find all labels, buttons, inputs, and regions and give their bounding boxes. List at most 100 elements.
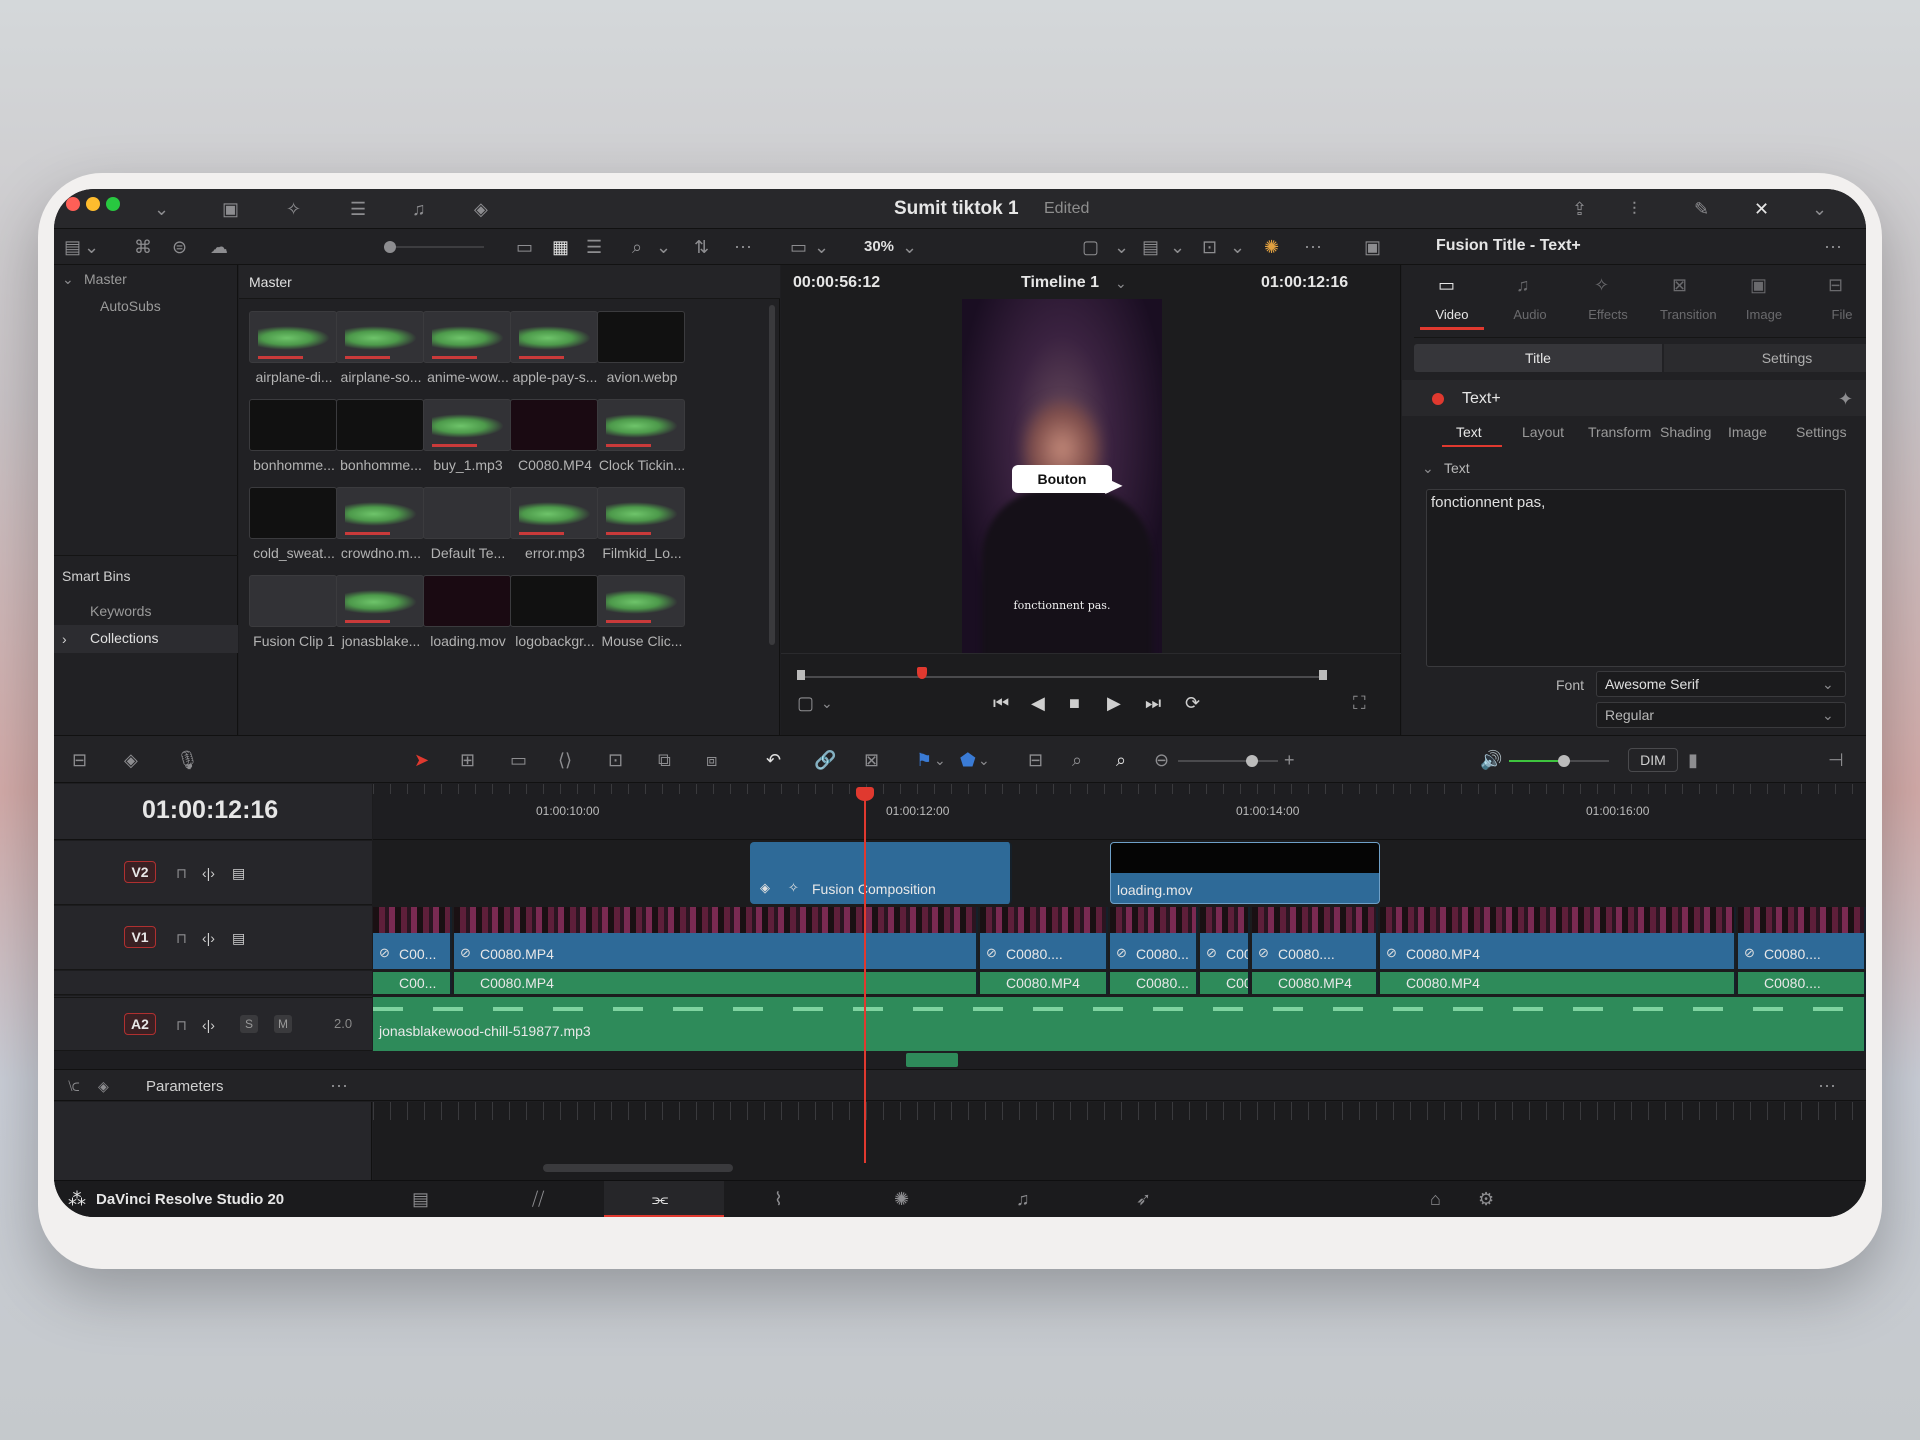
audio-clip-c0080[interactable]: C0080.... bbox=[1738, 972, 1866, 994]
chevron-down-icon[interactable]: ⌄ bbox=[656, 237, 671, 257]
small-audio-clip[interactable] bbox=[906, 1053, 958, 1067]
clip-loading-mov[interactable]: loading.mov bbox=[1110, 842, 1380, 904]
chevron-down-icon[interactable]: ⌄ bbox=[1115, 273, 1127, 293]
chevron-down-icon[interactable]: ⌄ bbox=[1422, 458, 1434, 478]
inspector-tab[interactable]: Effects bbox=[1582, 307, 1634, 322]
chevron-down-icon[interactable]: ⌄ bbox=[821, 693, 833, 713]
track-video-icon[interactable]: ▤ bbox=[232, 928, 245, 948]
media-pool-scrollbar[interactable] bbox=[769, 305, 775, 645]
blade-tool-icon[interactable]: ⟨⟩ bbox=[558, 750, 572, 770]
inspector-tab[interactable]: File bbox=[1816, 307, 1866, 322]
zoom-level[interactable]: 30% bbox=[864, 238, 894, 255]
clip-fusion-composition[interactable]: ◈ ✧ Fusion Composition bbox=[750, 842, 1012, 904]
bin-autosubs[interactable]: AutoSubs bbox=[100, 298, 161, 314]
video-frame[interactable]: Bouton ➤ fonctionnent pas. bbox=[962, 299, 1162, 653]
settings-gear-icon[interactable]: ⚙ bbox=[1478, 1189, 1494, 1209]
auto-select-icon[interactable]: ‹|› bbox=[202, 1015, 215, 1035]
media-clip[interactable]: jonasblake... bbox=[336, 575, 426, 649]
smart-bin-keywords[interactable]: Keywords bbox=[90, 603, 151, 619]
media-clip[interactable]: logobackgr... bbox=[510, 575, 600, 649]
inspector-icon[interactable]: ✕ bbox=[1754, 199, 1769, 219]
filmstrip-view-icon[interactable]: ▭ bbox=[516, 237, 533, 257]
page-fairlight-icon[interactable]: ♫ bbox=[1016, 1189, 1030, 1209]
clip-c0080[interactable]: ⊘ C00... bbox=[373, 907, 452, 969]
replace-icon[interactable]: ⧈ bbox=[706, 750, 717, 770]
fullscreen-icon[interactable]: ⛶ bbox=[1353, 693, 1366, 713]
media-pool-icon[interactable]: ▣ bbox=[222, 199, 239, 219]
text-tab[interactable]: Transform bbox=[1588, 424, 1651, 440]
chevron-down-icon[interactable]: ⌄ bbox=[814, 237, 829, 257]
play-icon[interactable]: ▶ bbox=[1107, 693, 1121, 713]
text-tab[interactable]: Settings bbox=[1796, 424, 1847, 440]
text-input[interactable]: fonctionnent pas, bbox=[1426, 489, 1846, 667]
media-clip[interactable]: loading.mov bbox=[423, 575, 513, 649]
go-to-end-icon[interactable]: ⏭ bbox=[1145, 693, 1161, 713]
zoom-out-icon[interactable]: ⊖ bbox=[1154, 750, 1169, 770]
sound-library-icon[interactable]: ♫ bbox=[412, 199, 426, 219]
inspector-tab[interactable]: Image bbox=[1738, 307, 1790, 322]
out-handle[interactable] bbox=[1319, 670, 1327, 680]
audio-clip-c0080[interactable]: C0080.MP4 bbox=[1380, 972, 1736, 994]
page-deliver-icon[interactable]: ➶ bbox=[1136, 1189, 1151, 1209]
track-a2-badge[interactable]: A2 bbox=[124, 1013, 156, 1035]
clip-c0080[interactable]: ⊘ C0080.... bbox=[1738, 907, 1866, 969]
subtab-title[interactable]: Title bbox=[1414, 344, 1662, 372]
media-clip[interactable]: crowdno.m... bbox=[336, 487, 426, 561]
media-clip[interactable]: Mouse Clic... bbox=[597, 575, 687, 649]
lock-icon[interactable]: ⊠ bbox=[864, 750, 879, 770]
auto-select-icon[interactable]: ‹|› bbox=[202, 863, 215, 883]
font-style-select[interactable]: Regular bbox=[1596, 702, 1846, 728]
inspector-tab[interactable]: Video bbox=[1426, 307, 1478, 322]
media-clip[interactable]: airplane-di... bbox=[249, 311, 339, 385]
track-v1-badge[interactable]: V1 bbox=[124, 926, 156, 948]
lock-icon[interactable]: ⊓ bbox=[176, 1015, 187, 1035]
chevron-down-icon[interactable]: ⌄ bbox=[1822, 674, 1834, 694]
thumb-size-slider[interactable] bbox=[384, 246, 484, 248]
clip-c0080[interactable]: ⊘ C0080.MP4 bbox=[454, 907, 978, 969]
audio-clip-c0080[interactable]: C0080... bbox=[1110, 972, 1198, 994]
keyframe-icon[interactable]: ◈ bbox=[124, 750, 138, 770]
text-tab[interactable]: Text bbox=[1456, 424, 1482, 440]
chevron-down-icon[interactable]: ⌄ bbox=[1170, 237, 1185, 257]
expand-icon[interactable]: ⌄ bbox=[1812, 199, 1827, 219]
custom-zoom-icon[interactable]: ⌕ bbox=[1116, 750, 1126, 770]
volume-knob[interactable] bbox=[1558, 755, 1570, 767]
more-icon[interactable]: ⋯ bbox=[1818, 1076, 1836, 1096]
insert-icon[interactable]: ⊡ bbox=[608, 750, 623, 770]
inspector-tab[interactable]: Audio bbox=[1504, 307, 1556, 322]
media-clip[interactable]: airplane-so... bbox=[336, 311, 426, 385]
more-icon[interactable]: ⋯ bbox=[734, 237, 752, 257]
search-icon[interactable]: ⌕ bbox=[632, 237, 642, 257]
safe-area-icon[interactable]: ▢ bbox=[1082, 237, 1099, 257]
magic-wand-icon[interactable]: ✦ bbox=[1838, 389, 1853, 409]
media-clip[interactable]: Clock Tickin... bbox=[597, 399, 687, 473]
transform-icon[interactable]: ▢ bbox=[797, 693, 814, 713]
clip-jonasblakewood[interactable]: jonasblakewood-chill-519877.mp3 bbox=[373, 997, 1866, 1051]
auto-select-icon[interactable]: ‹|› bbox=[202, 928, 215, 948]
meter-icon[interactable]: ▮ bbox=[1688, 750, 1698, 770]
viewer-playhead[interactable] bbox=[917, 667, 927, 679]
bin-master[interactable]: Master bbox=[84, 271, 127, 287]
page-cut-icon[interactable]: ⧸⧸ bbox=[532, 1189, 544, 1209]
inspector-tab[interactable]: Transition bbox=[1660, 307, 1717, 322]
clip-c0080[interactable]: ⊘ C00... bbox=[1200, 907, 1250, 969]
transform-icon[interactable]: ⊡ bbox=[1202, 237, 1217, 257]
detail-zoom-icon[interactable]: ⌕ bbox=[1072, 750, 1082, 770]
text-tab[interactable]: Layout bbox=[1522, 424, 1564, 440]
text-tab[interactable]: Image bbox=[1728, 424, 1767, 440]
node-enable-icon[interactable] bbox=[1432, 393, 1444, 405]
more-icon[interactable]: ⋯ bbox=[1824, 237, 1842, 257]
chevron-down-icon[interactable]: ⌄ bbox=[902, 237, 917, 257]
lock-icon[interactable]: ⊓ bbox=[176, 863, 187, 883]
play-reverse-icon[interactable]: ◀ bbox=[1031, 693, 1045, 713]
media-clip[interactable]: anime-wow... bbox=[423, 311, 513, 385]
chevron-down-icon[interactable]: ⌄ bbox=[1822, 705, 1834, 725]
chevron-down-icon[interactable]: ⌄ bbox=[154, 199, 169, 219]
selection-tool-icon[interactable]: ➤ bbox=[414, 750, 429, 770]
link-icon[interactable]: ⌘ bbox=[134, 237, 152, 257]
more-icon[interactable]: ⋯ bbox=[330, 1076, 348, 1096]
dynamic-trim-icon[interactable]: ▭ bbox=[510, 750, 527, 770]
loop-icon[interactable]: ⟳ bbox=[1185, 693, 1200, 713]
font-select[interactable]: Awesome Serif bbox=[1596, 671, 1846, 697]
minimize-window-button[interactable] bbox=[86, 197, 100, 211]
